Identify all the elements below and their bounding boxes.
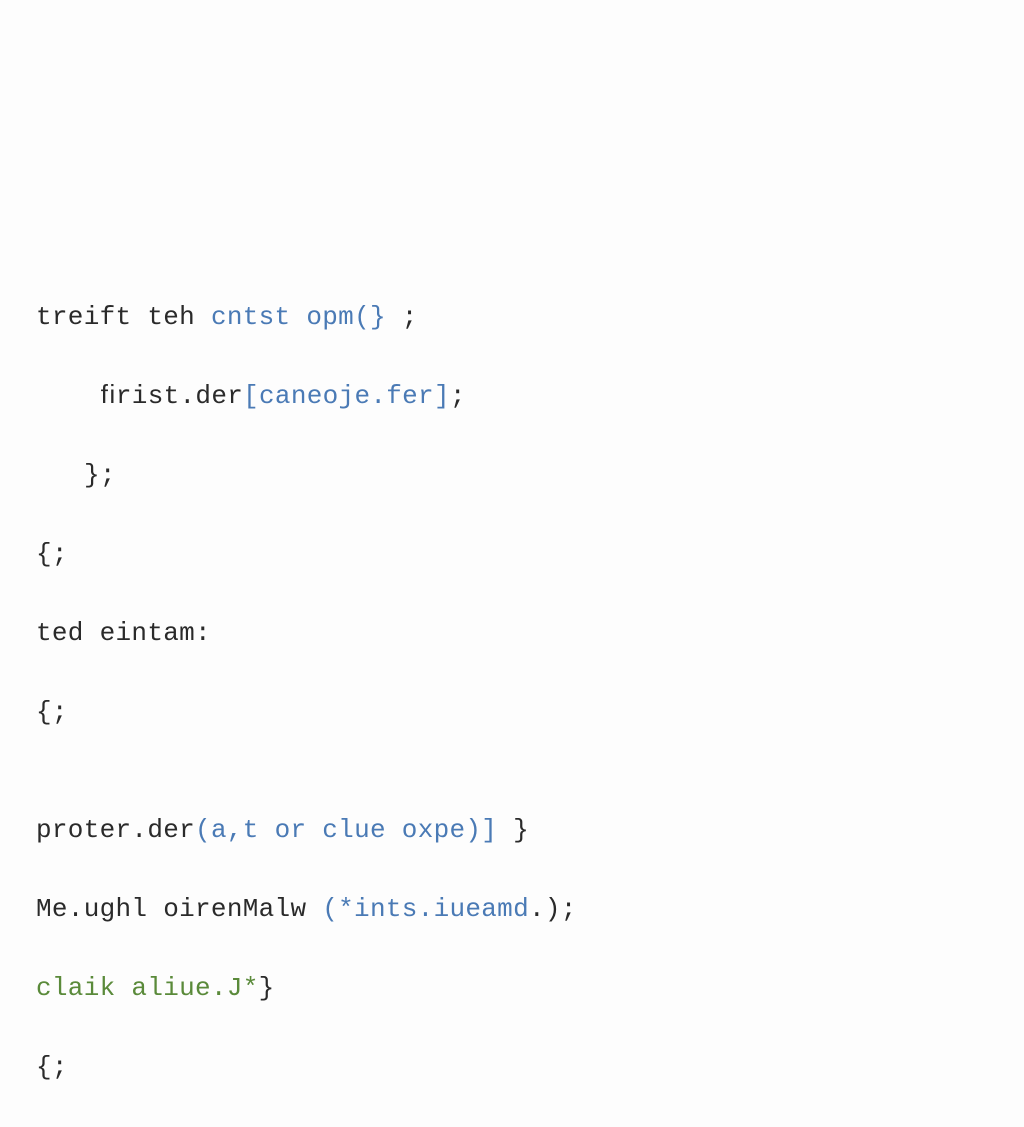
code-token: t bbox=[243, 815, 275, 845]
code-token: proter.der bbox=[36, 815, 195, 845]
code-token: {; bbox=[36, 1052, 68, 1082]
code-line: claik aliue.J*} bbox=[36, 969, 1024, 1009]
code-token: {; bbox=[36, 539, 68, 569]
code-line: {; bbox=[36, 693, 1024, 733]
code-token: .); bbox=[529, 894, 577, 924]
code-token: [ bbox=[243, 381, 259, 411]
code-token: or bbox=[275, 815, 307, 845]
code-token: ( bbox=[322, 894, 338, 924]
code-token: a, bbox=[211, 815, 243, 845]
code-line: {; bbox=[36, 1048, 1024, 1088]
code-token: ( bbox=[195, 815, 211, 845]
code-token: } bbox=[259, 973, 275, 1003]
code-line: Me.ughl oirenMalw (*ints.iueamd.); bbox=[36, 890, 1024, 930]
code-token: Me.ughl oirenMalw bbox=[36, 894, 322, 924]
code-token: cntst bbox=[211, 302, 291, 332]
code-token: treift teh bbox=[36, 302, 211, 332]
code-token: ted eintam: bbox=[36, 618, 211, 648]
code-token: opm bbox=[290, 302, 354, 332]
code-token: )] bbox=[465, 815, 497, 845]
code-line: proter.der(a,t or clue oxpe)] } bbox=[36, 811, 1024, 851]
code-token: (} bbox=[354, 302, 386, 332]
code-token: }; bbox=[84, 460, 116, 490]
code-token: ] bbox=[434, 381, 450, 411]
code-token: clue oxpe bbox=[306, 815, 465, 845]
code-token: ; bbox=[386, 302, 418, 332]
code-token: claik aliue.J* bbox=[36, 973, 259, 1003]
code-token: {; bbox=[36, 697, 68, 727]
code-line: ted eintam: bbox=[36, 614, 1024, 654]
code-editor[interactable]: treift teh cntst opm(} ; ﬁrist.der[caneo… bbox=[36, 258, 1024, 1127]
code-line: treift teh cntst opm(} ; bbox=[36, 298, 1024, 338]
code-token: ﬁrist.der bbox=[100, 381, 243, 411]
code-token: caneoje.fer bbox=[259, 381, 434, 411]
code-token: *ints.iueamd bbox=[338, 894, 529, 924]
code-line: {; bbox=[36, 535, 1024, 575]
code-line: ﬁrist.der[caneoje.fer]; bbox=[36, 377, 1024, 417]
code-token: ; bbox=[450, 381, 466, 411]
code-token: } bbox=[497, 815, 529, 845]
code-line: }; bbox=[36, 456, 1024, 496]
